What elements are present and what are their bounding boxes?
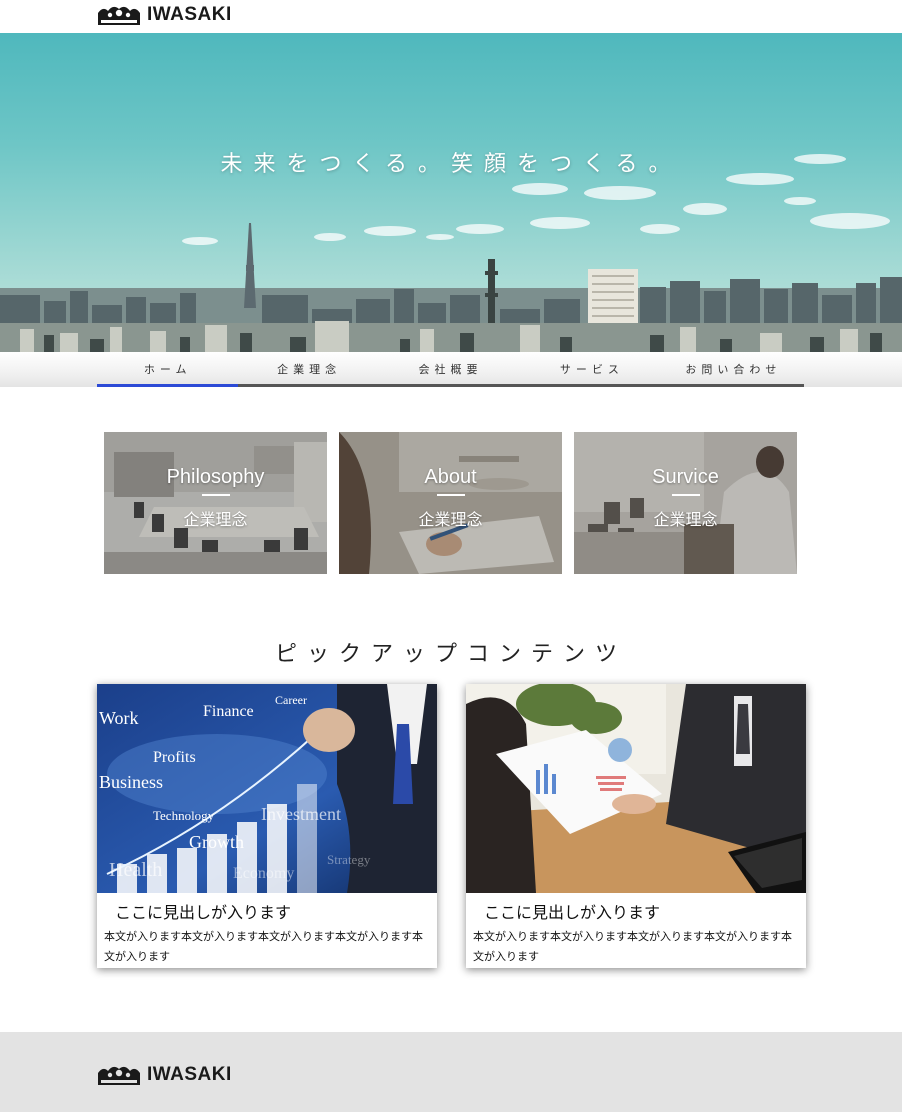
tile-about[interactable]: About 企業理念	[339, 432, 562, 574]
global-nav: ホーム 企業理念 会社概要 サービス お問い合わせ	[0, 352, 902, 387]
tile-title-en: Survice	[652, 466, 719, 488]
tile-title-ja: 企業理念	[653, 510, 718, 529]
pickup-cards: Work Finance Career Profits Business Tec…	[97, 684, 806, 968]
tile-title-en: About	[424, 466, 477, 488]
footer-logo[interactable]: IWASAKI	[97, 1063, 232, 1087]
city-skyline-image	[0, 154, 902, 352]
nav-item-home[interactable]: ホーム	[97, 352, 239, 387]
iwasaki-logo-mark-icon	[98, 1066, 140, 1085]
tile-title-en: Philosophy	[166, 466, 265, 488]
tile-overlay	[574, 432, 797, 574]
card-image-word: Profits	[153, 749, 196, 766]
card-image: Work Finance Career Profits Business Tec…	[97, 684, 437, 893]
card-image-word: Business	[99, 772, 163, 792]
tile-divider	[201, 494, 230, 496]
card-image-word: Finance	[203, 703, 254, 720]
hero-banner: 未来をつくる。笑顔をつくる。	[0, 33, 902, 352]
tile-divider	[436, 494, 465, 496]
card-image-word: Strategy	[327, 852, 371, 867]
tile-title-ja: 企業理念	[418, 510, 483, 529]
card-image-word: Technology	[153, 808, 215, 823]
tile-service[interactable]: Survice 企業理念	[574, 432, 797, 574]
tile-overlay	[104, 432, 327, 574]
card-image-word: Work	[99, 708, 139, 728]
header-logo[interactable]: IWASAKI	[97, 3, 232, 27]
feature-tiles: Philosophy 企業理念 About 企業理念 Survice 企業理念	[104, 432, 798, 574]
nav-item-service[interactable]: サービス	[521, 352, 663, 387]
hero-tagline: 未来をつくる。笑顔をつくる。	[220, 152, 682, 177]
card-image-word: Investment	[261, 804, 341, 824]
tile-overlay	[339, 432, 562, 574]
site-header: IWASAKI	[0, 0, 902, 33]
tile-title-ja: 企業理念	[183, 510, 248, 529]
logo-text: IWASAKI	[147, 4, 232, 25]
pickup-heading: ピックアップコンテンツ	[274, 642, 627, 667]
card-image-word: Health	[109, 859, 162, 881]
tile-philosophy[interactable]: Philosophy 企業理念	[104, 432, 327, 574]
card-image-word: Growth	[189, 832, 244, 852]
card-title: ここに見出しが入ります	[115, 903, 292, 922]
business-growth-image: Work Finance Career Profits Business Tec…	[97, 684, 437, 893]
card-image	[466, 684, 806, 893]
card-body: 本文が入ります本文が入ります本文が入ります本文が入ります本文が入ります	[104, 930, 423, 963]
card-image-word: Economy	[233, 865, 294, 882]
card-title: ここに見出しが入ります	[484, 903, 661, 922]
nav-bar: ホーム 企業理念 会社概要 サービス お問い合わせ	[97, 352, 805, 387]
nav-item-philosophy[interactable]: 企業理念	[238, 352, 380, 387]
card-image-word: Career	[275, 693, 307, 707]
nav-item-company[interactable]: 会社概要	[379, 352, 522, 387]
pickup-card[interactable]: Work Finance Career Profits Business Tec…	[97, 684, 437, 968]
logo-text: IWASAKI	[147, 1064, 232, 1085]
tile-divider	[671, 494, 700, 496]
site-footer: IWASAKI	[0, 1032, 902, 1112]
pickup-card[interactable]: ここに見出しが入ります 本文が入ります本文が入ります本文が入ります本文が入ります…	[466, 684, 806, 968]
card-body: 本文が入ります本文が入ります本文が入ります本文が入ります本文が入ります	[473, 930, 792, 963]
business-meeting-image	[466, 684, 806, 893]
nav-item-contact[interactable]: お問い合わせ	[662, 352, 805, 387]
iwasaki-logo-mark-icon	[98, 6, 140, 25]
